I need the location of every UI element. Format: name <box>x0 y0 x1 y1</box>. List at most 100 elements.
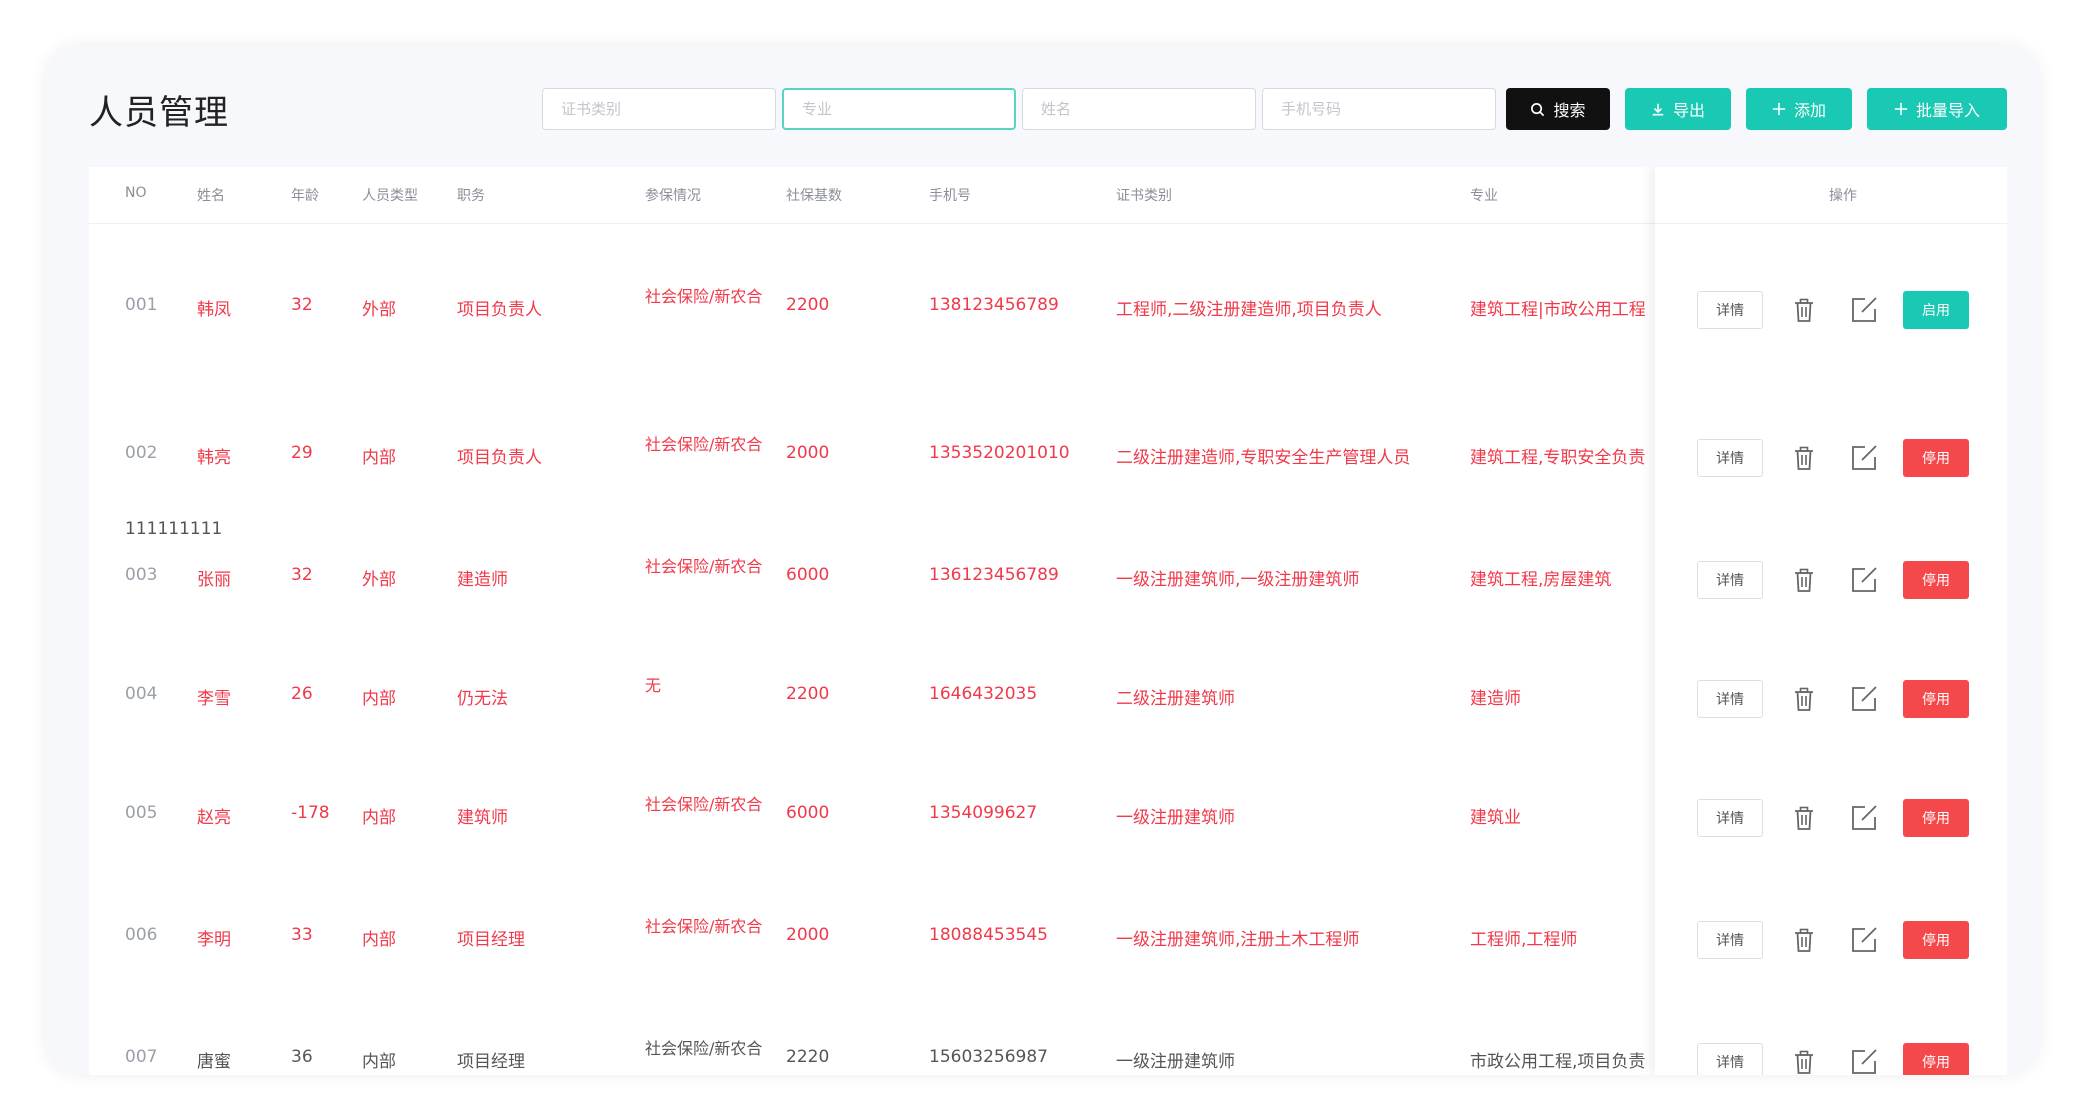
batch-import-button[interactable]: 批量导入 <box>1867 88 2007 130</box>
status-toggle-button[interactable]: 停用 <box>1903 439 1969 477</box>
major-input[interactable] <box>782 88 1016 130</box>
cell-name: 李雪 <box>197 689 231 709</box>
edit-icon[interactable] <box>1849 295 1879 325</box>
cell-name: 韩亮 <box>197 448 231 468</box>
header-insurance: 参保情况 <box>645 188 701 204</box>
header-position: 职务 <box>457 188 485 204</box>
status-toggle-button[interactable]: 停用 <box>1903 680 1969 718</box>
cell-age: 33 <box>291 925 313 945</box>
cell-position: 建筑师 <box>457 808 508 828</box>
cell-type: 内部 <box>362 448 396 468</box>
add-button[interactable]: 添加 <box>1746 88 1852 130</box>
cell-base: 2000 <box>786 925 830 945</box>
edit-icon[interactable] <box>1849 925 1879 955</box>
status-toggle-button[interactable]: 启用 <box>1903 291 1969 329</box>
page-title: 人员管理 <box>89 93 229 133</box>
status-toggle-button[interactable]: 停用 <box>1903 561 1969 599</box>
detail-button[interactable]: 详情 <box>1697 561 1763 599</box>
cell-type: 内部 <box>362 1052 396 1072</box>
cell-insurance: 无 <box>645 676 662 695</box>
detail-button[interactable]: 详情 <box>1697 799 1763 837</box>
cell-cert: 工程师,二级注册建造师,项目负责人 <box>1116 300 1382 320</box>
header-base: 社保基数 <box>786 188 842 204</box>
status-toggle-button[interactable]: 停用 <box>1903 799 1969 837</box>
header-phone: 手机号 <box>929 188 971 204</box>
cell-insurance: 社会保险/新农合 <box>645 557 763 576</box>
detail-button[interactable]: 详情 <box>1697 439 1763 477</box>
batch-import-button-label: 批量导入 <box>1915 101 1980 120</box>
cell-base: 2200 <box>786 684 830 704</box>
export-button-label: 导出 <box>1672 101 1705 120</box>
cell-cert: 二级注册建造师,专职安全生产管理人员 <box>1116 448 1411 468</box>
operations-panel: 操作 详情 启用 详情 停用 详情 停用 详情 停用 详情 停用 详情 停用 详情 停用 <box>1655 167 2007 1075</box>
cell-cert: 一级注册建筑师,注册土木工程师 <box>1116 930 1360 950</box>
cell-base: 2200 <box>786 295 830 315</box>
edit-icon[interactable] <box>1849 565 1879 595</box>
detail-button[interactable]: 详情 <box>1697 1043 1763 1075</box>
edit-icon[interactable] <box>1849 684 1879 714</box>
cell-cert: 一级注册建筑师,一级注册建筑师 <box>1116 570 1360 590</box>
cell-no: 001 <box>125 295 158 315</box>
cell-name: 赵亮 <box>197 808 231 828</box>
trash-icon[interactable] <box>1789 443 1819 473</box>
download-icon <box>1652 103 1664 116</box>
trash-icon[interactable] <box>1789 684 1819 714</box>
cell-phone: 1354099627 <box>929 803 1038 823</box>
cell-type: 内部 <box>362 930 396 950</box>
header-ops: 操作 <box>1829 188 1857 204</box>
cell-major: 市政公用工程,项目负责人 <box>1470 1052 1645 1072</box>
detail-button[interactable]: 详情 <box>1697 921 1763 959</box>
edit-icon[interactable] <box>1849 443 1879 473</box>
cell-phone: 1646432035 <box>929 684 1038 704</box>
cell-insurance: 社会保险/新农合 <box>645 435 763 454</box>
edit-icon[interactable] <box>1849 1047 1879 1075</box>
add-button-label: 添加 <box>1793 101 1826 120</box>
cell-type: 外部 <box>362 300 396 320</box>
cell-age: 32 <box>291 565 313 585</box>
edit-icon[interactable] <box>1849 803 1879 833</box>
cell-position: 项目经理 <box>457 930 525 950</box>
phone-input[interactable] <box>1262 88 1496 130</box>
cell-major: 建造师 <box>1470 689 1521 709</box>
detail-button[interactable]: 详情 <box>1697 680 1763 718</box>
search-button-label: 搜索 <box>1553 101 1586 120</box>
cell-base: 6000 <box>786 803 830 823</box>
export-button[interactable]: 导出 <box>1625 88 1731 130</box>
trash-icon[interactable] <box>1789 925 1819 955</box>
status-toggle-button[interactable]: 停用 <box>1903 1043 1969 1075</box>
trash-icon[interactable] <box>1789 1047 1819 1075</box>
search-button[interactable]: 搜索 <box>1506 88 1610 130</box>
header-no: NO <box>125 185 147 201</box>
cell-insurance: 社会保险/新农合 <box>645 795 763 814</box>
cell-no: 007 <box>125 1047 158 1067</box>
cell-cert: 二级注册建筑师 <box>1116 689 1235 709</box>
cell-position: 项目负责人 <box>457 448 542 468</box>
name-input[interactable] <box>1022 88 1256 130</box>
trash-icon[interactable] <box>1789 803 1819 833</box>
header-age: 年龄 <box>291 188 319 204</box>
ops-header: 操作 <box>1655 167 2007 224</box>
cell-cert: 一级注册建筑师 <box>1116 808 1235 828</box>
personnel-card: 人员管理 搜索 导出 添加 批量导入 NO 姓名 年龄 人员类型 职务 参保情况… <box>45 45 2040 1075</box>
cell-age: 36 <box>291 1047 313 1067</box>
trash-icon[interactable] <box>1789 565 1819 595</box>
plus-icon <box>1772 102 1786 116</box>
personnel-table: NO 姓名 年龄 人员类型 职务 参保情况 社保基数 手机号 证书类别 专业 0… <box>89 167 2007 1075</box>
cell-insurance: 社会保险/新农合 <box>645 287 763 306</box>
detail-button[interactable]: 详情 <box>1697 291 1763 329</box>
cell-age: 29 <box>291 443 313 463</box>
cell-position: 建造师 <box>457 570 508 590</box>
cell-name: 张丽 <box>197 570 231 590</box>
cell-major: 建筑工程,房屋建筑 <box>1470 570 1612 590</box>
cell-phone: 15603256987 <box>929 1047 1048 1067</box>
cell-phone: 136123456789 <box>929 565 1059 585</box>
cell-name: 唐蜜 <box>197 1052 231 1072</box>
trash-icon[interactable] <box>1789 295 1819 325</box>
search-icon <box>1531 102 1545 116</box>
cert-type-input[interactable] <box>542 88 776 130</box>
header-major: 专业 <box>1470 188 1498 204</box>
cell-phone: 138123456789 <box>929 295 1059 315</box>
status-toggle-button[interactable]: 停用 <box>1903 921 1969 959</box>
header-type: 人员类型 <box>362 188 418 204</box>
cell-name: 李明 <box>197 930 231 950</box>
